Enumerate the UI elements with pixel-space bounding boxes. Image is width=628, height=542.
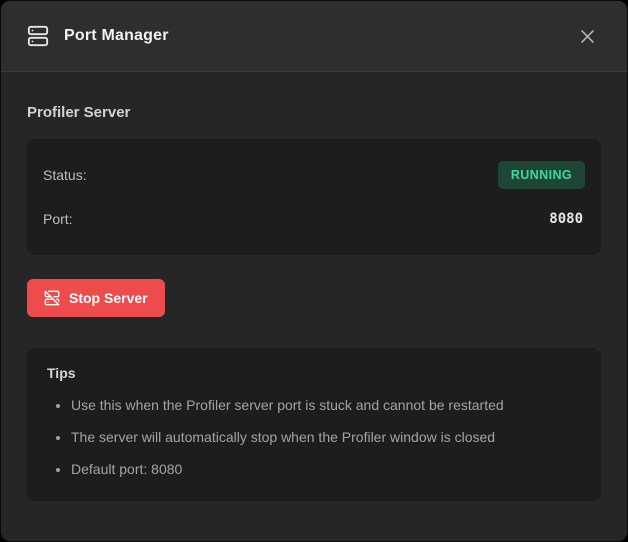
port-manager-dialog: Port Manager Profiler Server Status: RUN… — [0, 0, 628, 542]
status-badge: RUNNING — [498, 161, 585, 190]
port-value: 8080 — [549, 211, 585, 227]
dialog-content: Profiler Server Status: RUNNING Port: 80… — [1, 72, 627, 525]
status-label: Status: — [43, 167, 87, 183]
port-label: Port: — [43, 211, 73, 227]
status-card: Status: RUNNING Port: 8080 — [27, 139, 601, 255]
tip-item: Use this when the Profiler server port i… — [71, 396, 581, 415]
tips-list: Use this when the Profiler server port i… — [47, 396, 581, 479]
status-row: Status: RUNNING — [43, 159, 585, 191]
close-icon — [578, 27, 597, 46]
section-heading: Profiler Server — [27, 104, 601, 121]
server-off-icon — [44, 290, 60, 306]
titlebar: Port Manager — [1, 1, 627, 72]
stop-server-label: Stop Server — [69, 290, 148, 306]
tips-card: Tips Use this when the Profiler server p… — [27, 348, 601, 501]
close-button[interactable] — [573, 22, 601, 50]
port-row: Port: 8080 — [43, 203, 585, 235]
tip-item: Default port: 8080 — [71, 460, 581, 479]
server-icon — [27, 25, 49, 47]
tips-heading: Tips — [47, 365, 581, 381]
tip-item: The server will automatically stop when … — [71, 428, 581, 447]
stop-server-button[interactable]: Stop Server — [27, 279, 165, 317]
window-title: Port Manager — [64, 27, 169, 45]
